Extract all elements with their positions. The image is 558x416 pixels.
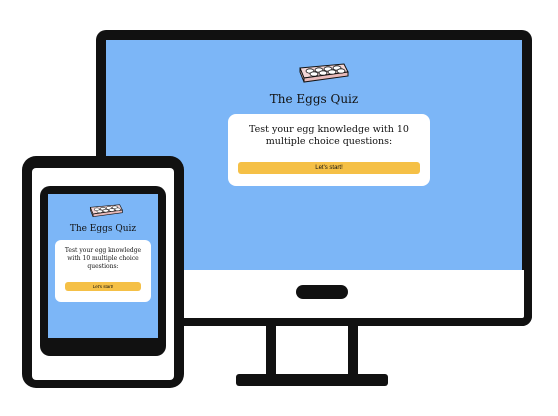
tablet-bezel: The Eggs Quiz Test your egg knowledge wi… <box>40 186 166 356</box>
tablet-screen: The Eggs Quiz Test your egg knowledge wi… <box>48 194 158 338</box>
start-quiz-button[interactable]: Let's start! <box>65 282 141 291</box>
tablet-device: The Eggs Quiz Test your egg knowledge wi… <box>22 156 184 388</box>
quiz-intro-text: Test your egg knowledge with 10 multiple… <box>249 124 409 148</box>
monitor-stand-base <box>236 374 388 386</box>
monitor-power-button <box>296 285 348 299</box>
quiz-intro-text: Test your egg knowledge with 10 multiple… <box>64 247 142 270</box>
start-quiz-button[interactable]: Let's start! <box>238 162 420 174</box>
quiz-intro-card: Test your egg knowledge with 10 multiple… <box>55 240 151 302</box>
quiz-title: The Eggs Quiz <box>269 92 359 106</box>
quiz-title: The Eggs Quiz <box>69 224 137 234</box>
egg-tray-icon <box>299 63 349 83</box>
tablet-case: The Eggs Quiz Test your egg knowledge wi… <box>32 168 174 380</box>
quiz-intro-card: Test your egg knowledge with 10 multiple… <box>228 114 430 186</box>
monitor-stand <box>266 326 358 378</box>
egg-tray-icon <box>89 204 123 218</box>
